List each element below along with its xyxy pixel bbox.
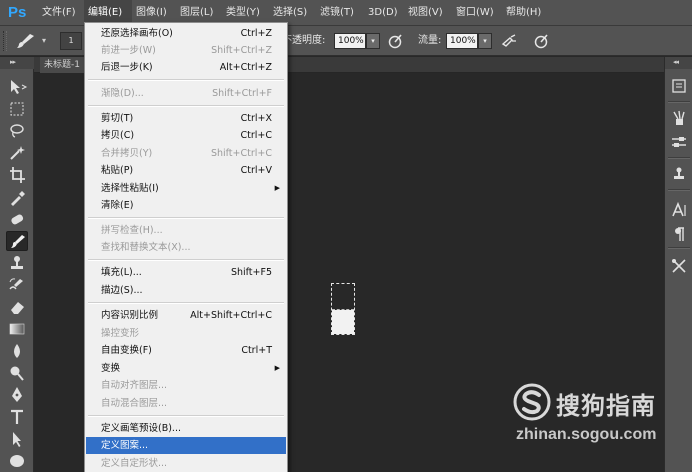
brush-size-field[interactable]: 1	[60, 32, 82, 50]
menu-separator	[88, 302, 284, 304]
menu-auto-align-layers[interactable]: 自动对齐图层...	[86, 377, 286, 394]
blur-tool-icon[interactable]	[6, 341, 28, 361]
pressure-size-icon[interactable]	[532, 32, 550, 50]
menu-free-transform[interactable]: 自由变换(F) Ctrl+T	[86, 342, 286, 359]
move-tool-icon[interactable]	[6, 77, 28, 97]
type-tool-icon[interactable]	[6, 407, 28, 427]
brush-presets-icon[interactable]	[670, 133, 688, 151]
opacity-dropdown-icon[interactable]: ▾	[366, 33, 380, 49]
tools-panel-header[interactable]: ▸▸	[0, 57, 34, 69]
submenu-arrow-icon: ▶	[274, 184, 280, 192]
menu-3d[interactable]: 3D(D)	[364, 0, 402, 26]
airbrush-icon[interactable]	[500, 32, 518, 50]
flow-input[interactable]: 100%	[446, 33, 478, 49]
right-panel-header[interactable]: ◂◂	[665, 57, 692, 69]
menu-filter[interactable]: 滤镜(T)	[316, 0, 358, 26]
magic-wand-tool-icon[interactable]	[6, 143, 28, 163]
pen-tool-icon[interactable]	[6, 385, 28, 405]
menu-content-aware-scale[interactable]: 内容识别比例 Alt+Shift+Ctrl+C	[86, 307, 286, 324]
brush-tool-icon[interactable]	[14, 32, 36, 50]
flow-label: 流量:	[418, 35, 442, 46]
right-panel-separator	[668, 101, 690, 103]
character-panel-icon[interactable]	[670, 201, 688, 219]
menu-help[interactable]: 帮助(H)	[502, 0, 545, 26]
document-tab[interactable]: 未标题-1	[40, 57, 84, 73]
marquee-tool-icon[interactable]	[6, 99, 28, 119]
brush-tool-selected-icon[interactable]	[6, 231, 28, 251]
clone-stamp-tool-icon[interactable]	[6, 253, 28, 273]
options-grip[interactable]	[3, 31, 7, 51]
menu-find-replace-text[interactable]: 查找和替换文本(X)...	[86, 239, 286, 256]
ellipse-shape-tool-icon[interactable]	[6, 451, 28, 471]
menu-check-spelling[interactable]: 拼写检查(H)...	[86, 222, 286, 239]
eraser-tool-icon[interactable]	[6, 297, 28, 317]
opacity-label: 不透明度:	[282, 35, 326, 46]
menu-define-pattern[interactable]: 定义图案...	[86, 437, 286, 454]
menu-window[interactable]: 窗口(W)	[452, 0, 498, 26]
history-brush-tool-icon[interactable]	[6, 275, 28, 295]
menu-paste[interactable]: 粘贴(P) Ctrl+V	[86, 162, 286, 179]
menu-file[interactable]: 文件(F)	[38, 0, 80, 26]
menu-separator	[88, 217, 284, 219]
lasso-tool-icon[interactable]	[6, 121, 28, 141]
menu-define-custom-shape[interactable]: 定义自定形状...	[86, 455, 286, 472]
right-panel-separator	[668, 189, 690, 191]
tool-presets-icon[interactable]	[670, 257, 688, 275]
menu-separator	[88, 105, 284, 107]
healing-brush-tool-icon[interactable]	[6, 209, 28, 229]
gradient-tool-icon[interactable]	[6, 319, 28, 339]
menu-step-backward[interactable]: 后退一步(K) Alt+Ctrl+Z	[86, 59, 286, 76]
sogou-watermark: 搜狗指南 zhinan.sogou.com	[512, 382, 688, 448]
canvas-selection-marquee[interactable]	[331, 283, 355, 335]
right-panel-separator	[668, 247, 690, 249]
tools-panel: ▸▸	[0, 57, 34, 472]
photoshop-logo: Ps	[8, 4, 27, 21]
menu-transform[interactable]: 变换 ▶	[86, 360, 286, 377]
paragraph-panel-icon[interactable]	[670, 225, 688, 243]
brush-panel-icon[interactable]	[670, 109, 688, 127]
menu-step-forward[interactable]: 前进一步(W) Shift+Ctrl+Z	[86, 42, 286, 59]
sogou-logo-icon	[512, 382, 552, 422]
clone-source-icon[interactable]	[670, 165, 688, 183]
dodge-tool-icon[interactable]	[6, 363, 28, 383]
menu-copy-merged[interactable]: 合并拷贝(Y) Shift+Ctrl+C	[86, 145, 286, 162]
menu-cut[interactable]: 剪切(T) Ctrl+X	[86, 110, 286, 127]
history-panel-icon[interactable]	[670, 77, 688, 95]
menu-separator	[88, 415, 284, 417]
menu-fill[interactable]: 填充(L)... Shift+F5	[86, 264, 286, 281]
pressure-opacity-icon[interactable]	[386, 32, 404, 50]
menu-stroke[interactable]: 描边(S)...	[86, 282, 286, 299]
eyedropper-tool-icon[interactable]	[6, 187, 28, 207]
menu-paste-special[interactable]: 选择性粘贴(I) ▶	[86, 180, 286, 197]
menu-separator	[88, 79, 284, 81]
brush-preset-dropdown-icon[interactable]: ▾	[42, 33, 50, 49]
opacity-input[interactable]: 100%	[334, 33, 366, 49]
menu-undo[interactable]: 还原选择画布(O) Ctrl+Z	[86, 25, 286, 42]
crop-tool-icon[interactable]	[6, 165, 28, 185]
right-panel-separator	[668, 157, 690, 159]
menu-separator	[88, 259, 284, 261]
menu-puppet-warp[interactable]: 操控变形	[86, 325, 286, 342]
submenu-arrow-icon: ▶	[274, 364, 280, 372]
menu-view[interactable]: 视图(V)	[404, 0, 447, 26]
menu-define-brush-preset[interactable]: 定义画笔预设(B)...	[86, 420, 286, 437]
menu-clear[interactable]: 清除(E)	[86, 197, 286, 214]
flow-dropdown-icon[interactable]: ▾	[478, 33, 492, 49]
menu-fade[interactable]: 渐隐(D)... Shift+Ctrl+F	[86, 85, 286, 102]
watermark-title: 搜狗指南	[556, 392, 656, 420]
selection-fill	[332, 310, 354, 334]
edit-menu-dropdown: 还原选择画布(O) Ctrl+Z 前进一步(W) Shift+Ctrl+Z 后退一步…	[84, 22, 288, 472]
path-selection-tool-icon[interactable]	[6, 429, 28, 449]
menu-auto-blend-layers[interactable]: 自动混合图层...	[86, 395, 286, 412]
watermark-url: zhinan.sogou.com	[516, 426, 657, 443]
menu-copy[interactable]: 拷贝(C) Ctrl+C	[86, 127, 286, 144]
